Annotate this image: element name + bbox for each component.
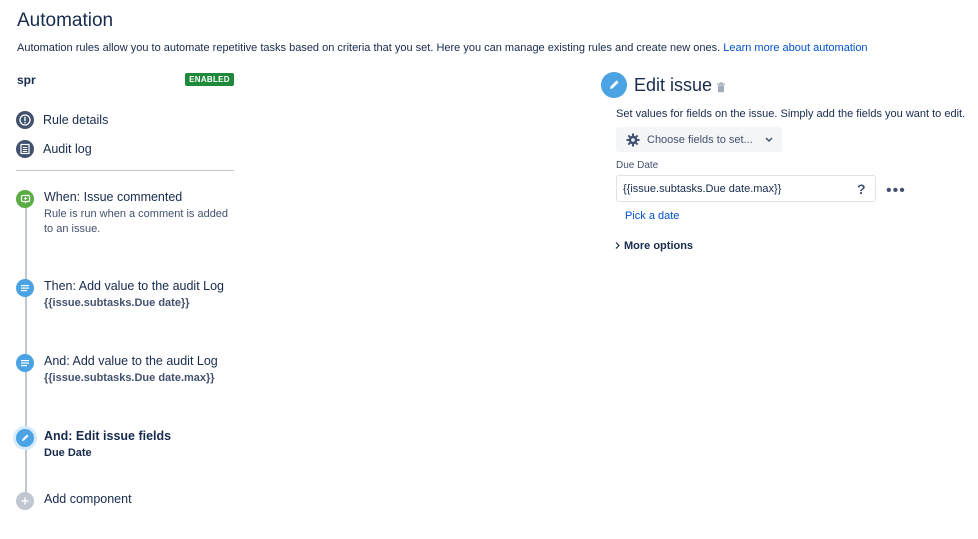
- due-date-label: Due Date: [616, 160, 659, 171]
- gear-icon: [626, 133, 640, 147]
- plus-icon: [16, 492, 34, 510]
- log-icon: [16, 140, 34, 158]
- page-title: Automation: [17, 10, 114, 31]
- chevron-down-icon: [765, 136, 773, 143]
- step-trigger[interactable]: When: Issue commented Rule is run when a…: [16, 190, 236, 237]
- more-icon[interactable]: •••: [886, 182, 906, 200]
- due-date-input[interactable]: {{issue.subtasks.Due date.max}} ?: [616, 175, 876, 202]
- step-edit-issue-field: Due Date: [44, 447, 92, 459]
- nav-audit-log[interactable]: Audit log: [16, 139, 92, 159]
- learn-more-link[interactable]: Learn more about automation: [723, 42, 867, 54]
- step-audit-log-1-value: {{issue.subtasks.Due date}}: [44, 297, 190, 309]
- step-audit-log-1[interactable]: Then: Add value to the audit Log {{issue…: [16, 279, 236, 309]
- step-edit-issue-title: And: Edit issue fields: [44, 429, 172, 443]
- step-edit-issue[interactable]: And: Edit issue fields Due Date: [16, 429, 236, 459]
- step-trigger-title: When: Issue commented: [44, 190, 183, 204]
- add-component-label: Add component: [44, 492, 132, 506]
- trash-icon[interactable]: [716, 80, 726, 98]
- edit-issue-title: Edit issue: [634, 75, 713, 95]
- choose-fields-button[interactable]: Choose fields to set...: [616, 127, 782, 152]
- edit-pencil-icon: [601, 72, 627, 98]
- pick-date-link[interactable]: Pick a date: [625, 210, 679, 222]
- nav-rule-details[interactable]: Rule details: [16, 110, 108, 130]
- due-date-value: {{issue.subtasks.Due date.max}}: [623, 183, 782, 195]
- status-badge: ENABLED: [185, 73, 234, 86]
- comment-trigger-icon: [16, 190, 34, 208]
- step-trigger-description: Rule is run when a comment is added to a…: [44, 208, 229, 235]
- nav-rule-details-label: Rule details: [43, 113, 109, 127]
- add-component-button[interactable]: Add component: [16, 492, 236, 510]
- divider: [16, 170, 234, 171]
- list-icon: [16, 354, 34, 372]
- page-intro: Automation rules allow you to automate r…: [17, 42, 868, 54]
- list-icon: [16, 279, 34, 297]
- chevron-right-icon: [615, 240, 620, 252]
- pencil-icon: [16, 429, 34, 447]
- step-audit-log-2[interactable]: And: Add value to the audit Log {{issue.…: [16, 354, 236, 384]
- step-audit-log-2-value: {{issue.subtasks.Due date.max}}: [44, 372, 215, 384]
- nav-audit-log-label: Audit log: [43, 142, 92, 156]
- intro-text: Automation rules allow you to automate r…: [17, 42, 721, 54]
- more-options-toggle[interactable]: More options: [615, 240, 693, 252]
- help-icon[interactable]: ?: [857, 181, 866, 197]
- info-icon: [16, 111, 34, 129]
- step-audit-log-1-title: Then: Add value to the audit Log: [44, 279, 224, 293]
- choose-fields-label: Choose fields to set...: [647, 133, 753, 146]
- edit-issue-description: Set values for fields on the issue. Simp…: [616, 108, 966, 120]
- step-audit-log-2-title: And: Add value to the audit Log: [44, 354, 218, 368]
- rule-name: spr: [17, 73, 36, 87]
- more-options-label: More options: [624, 240, 694, 252]
